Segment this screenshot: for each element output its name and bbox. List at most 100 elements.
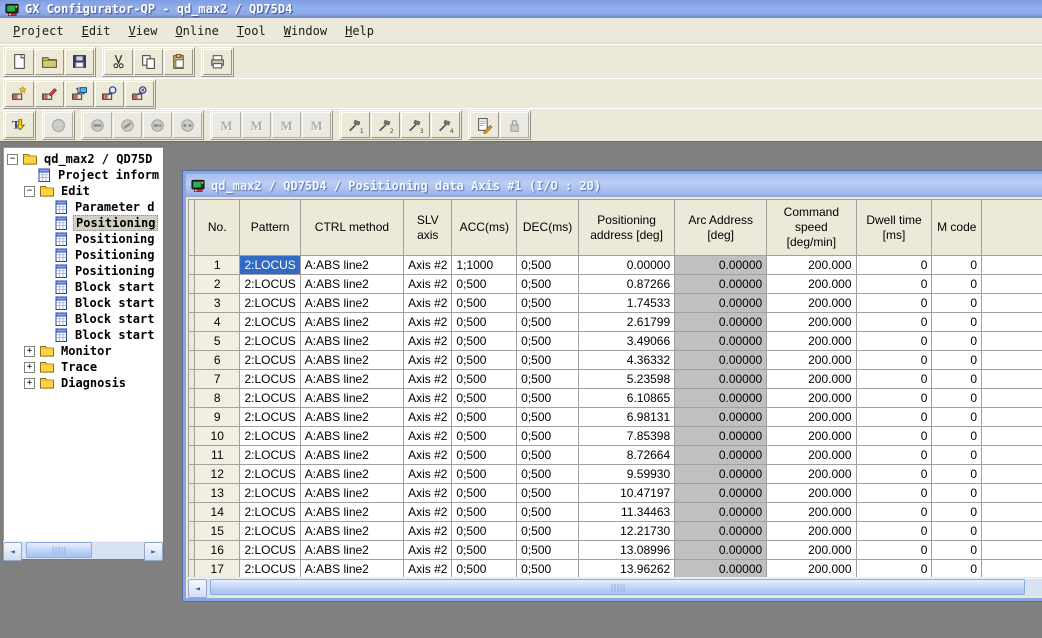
table-cell-speed[interactable]: 200.000 <box>767 351 856 370</box>
table-cell-ctrl[interactable]: A:ABS line2 <box>300 465 403 484</box>
paste-button[interactable] <box>164 49 193 75</box>
new-module-button[interactable] <box>5 81 34 107</box>
table-cell-slv[interactable]: Axis #2 <box>404 427 452 446</box>
tree-item-positioning[interactable]: Positioning <box>3 231 163 247</box>
table-cell-arc[interactable]: 0.00000 <box>675 370 767 389</box>
table-cell-speed[interactable]: 200.000 <box>767 522 856 541</box>
table-cell-no[interactable]: 2 <box>194 275 239 294</box>
table-cell-arc[interactable]: 0.00000 <box>675 389 767 408</box>
table-cell-dec[interactable]: 0;500 <box>517 427 579 446</box>
table-cell-pattern[interactable]: 2:LOCUS <box>240 389 300 408</box>
table-cell-dec[interactable]: 0;500 <box>517 294 579 313</box>
table-cell-acc[interactable]: 0;500 <box>452 465 517 484</box>
table-cell-ctrl[interactable]: A:ABS line2 <box>300 389 403 408</box>
table-cell-dwell[interactable]: 0 <box>856 427 932 446</box>
table-cell-slv[interactable]: Axis #2 <box>404 389 452 408</box>
tree-item-block-start[interactable]: Block start <box>3 311 163 327</box>
table-cell-pos[interactable]: 7.85398 <box>578 427 674 446</box>
menu-project[interactable]: Project <box>4 21 73 41</box>
table-cell-speed[interactable]: 200.000 <box>767 408 856 427</box>
expand-icon[interactable]: + <box>24 362 35 373</box>
table-cell-mcode[interactable]: 0 <box>932 370 982 389</box>
table-cell-no[interactable]: 3 <box>194 294 239 313</box>
table-cell-speed[interactable]: 200.000 <box>767 560 856 578</box>
table-cell-mcode[interactable]: 0 <box>932 446 982 465</box>
table-cell-slv[interactable]: Axis #2 <box>404 465 452 484</box>
table-cell-acc[interactable]: 0;500 <box>452 294 517 313</box>
table-cell-pattern[interactable]: 2:LOCUS <box>240 522 300 541</box>
table-cell-pos[interactable]: 3.49066 <box>578 332 674 351</box>
table-cell-pattern[interactable]: 2:LOCUS <box>240 541 300 560</box>
scroll-left-arrow-icon[interactable]: ◄ <box>188 579 207 598</box>
table-cell-dec[interactable]: 0;500 <box>517 560 579 578</box>
table-cell-pos[interactable]: 9.59930 <box>578 465 674 484</box>
table-cell-no[interactable]: 12 <box>194 465 239 484</box>
tree-item-block-start[interactable]: Block start <box>3 327 163 343</box>
table-cell-speed[interactable]: 200.000 <box>767 332 856 351</box>
table-cell-pos[interactable]: 13.08996 <box>578 541 674 560</box>
table-cell-arc[interactable]: 0.00000 <box>675 522 767 541</box>
table-cell-pattern[interactable]: 2:LOCUS <box>240 503 300 522</box>
test-tool-button-1[interactable]: 1 <box>341 112 370 138</box>
table-cell-speed[interactable]: 200.000 <box>767 370 856 389</box>
tree-item-project-inform[interactable]: Project inform <box>3 167 163 183</box>
table-cell-mcode[interactable]: 0 <box>932 389 982 408</box>
table-cell-ctrl[interactable]: A:ABS line2 <box>300 294 403 313</box>
table-cell-slv[interactable]: Axis #2 <box>404 313 452 332</box>
table-cell-dec[interactable]: 0;500 <box>517 446 579 465</box>
table-cell-dec[interactable]: 0;500 <box>517 389 579 408</box>
table-cell-speed[interactable]: 200.000 <box>767 427 856 446</box>
print-button[interactable] <box>203 49 232 75</box>
table-cell-arc[interactable]: 0.00000 <box>675 503 767 522</box>
table-cell-ctrl[interactable]: A:ABS line2 <box>300 275 403 294</box>
table-cell-arc[interactable]: 0.00000 <box>675 351 767 370</box>
table-cell-dec[interactable]: 0;500 <box>517 503 579 522</box>
collapse-icon[interactable]: − <box>7 154 18 165</box>
table-cell-mcode[interactable]: 0 <box>932 503 982 522</box>
table-cell-pattern[interactable]: 2:LOCUS <box>240 370 300 389</box>
table-cell-no[interactable]: 9 <box>194 408 239 427</box>
column-header-dec[interactable]: DEC(ms) <box>517 200 579 256</box>
table-cell-acc[interactable]: 0;500 <box>452 503 517 522</box>
column-header-no[interactable]: No. <box>194 200 239 256</box>
table-cell-no[interactable]: 10 <box>194 427 239 446</box>
table-cell-no[interactable]: 14 <box>194 503 239 522</box>
column-header-arc[interactable]: Arc Address [deg] <box>675 200 767 256</box>
table-cell-ctrl[interactable]: A:ABS line2 <box>300 446 403 465</box>
grid-scrollbar-track[interactable] <box>207 579 1042 596</box>
menu-edit[interactable]: Edit <box>73 21 120 41</box>
tree-item-trace[interactable]: +Trace <box>3 359 163 375</box>
table-cell-slv[interactable]: Axis #2 <box>404 275 452 294</box>
column-header-acc[interactable]: ACC(ms) <box>452 200 517 256</box>
test-tool-button-2[interactable]: 2 <box>371 112 400 138</box>
menu-window[interactable]: Window <box>275 21 336 41</box>
table-cell-dwell[interactable]: 0 <box>856 389 932 408</box>
table-cell-dwell[interactable]: 0 <box>856 332 932 351</box>
table-cell-acc[interactable]: 0;500 <box>452 370 517 389</box>
table-cell-arc[interactable]: 0.00000 <box>675 313 767 332</box>
table-cell-pattern[interactable]: 2:LOCUS <box>240 427 300 446</box>
monitor-module-button[interactable] <box>95 81 124 107</box>
table-cell-speed[interactable]: 200.000 <box>767 294 856 313</box>
grid-horizontal-scrollbar[interactable]: ◄ <box>188 578 1042 596</box>
table-cell-pattern[interactable]: 2:LOCUS <box>240 351 300 370</box>
test-tool-button-3[interactable]: 3 <box>401 112 430 138</box>
table-cell-acc[interactable]: 0;500 <box>452 275 517 294</box>
copy-button[interactable] <box>134 49 163 75</box>
table-cell-acc[interactable]: 1;1000 <box>452 256 517 275</box>
table-cell-mcode[interactable]: 0 <box>932 522 982 541</box>
table-cell-ctrl[interactable]: A:ABS line2 <box>300 408 403 427</box>
table-cell-slv[interactable]: Axis #2 <box>404 351 452 370</box>
table-cell-dec[interactable]: 0;500 <box>517 465 579 484</box>
table-cell-slv[interactable]: Axis #2 <box>404 256 452 275</box>
table-cell-acc[interactable]: 0;500 <box>452 351 517 370</box>
tree-item-diagnosis[interactable]: +Diagnosis <box>3 375 163 391</box>
table-cell-pos[interactable]: 8.72664 <box>578 446 674 465</box>
table-cell-arc[interactable]: 0.00000 <box>675 446 767 465</box>
save-project-button[interactable] <box>65 49 94 75</box>
table-cell-mcode[interactable]: 0 <box>932 294 982 313</box>
table-cell-pattern[interactable]: 2:LOCUS <box>240 332 300 351</box>
table-cell-pattern[interactable]: 2:LOCUS <box>240 294 300 313</box>
table-cell-slv[interactable]: Axis #2 <box>404 370 452 389</box>
table-cell-arc[interactable]: 0.00000 <box>675 541 767 560</box>
